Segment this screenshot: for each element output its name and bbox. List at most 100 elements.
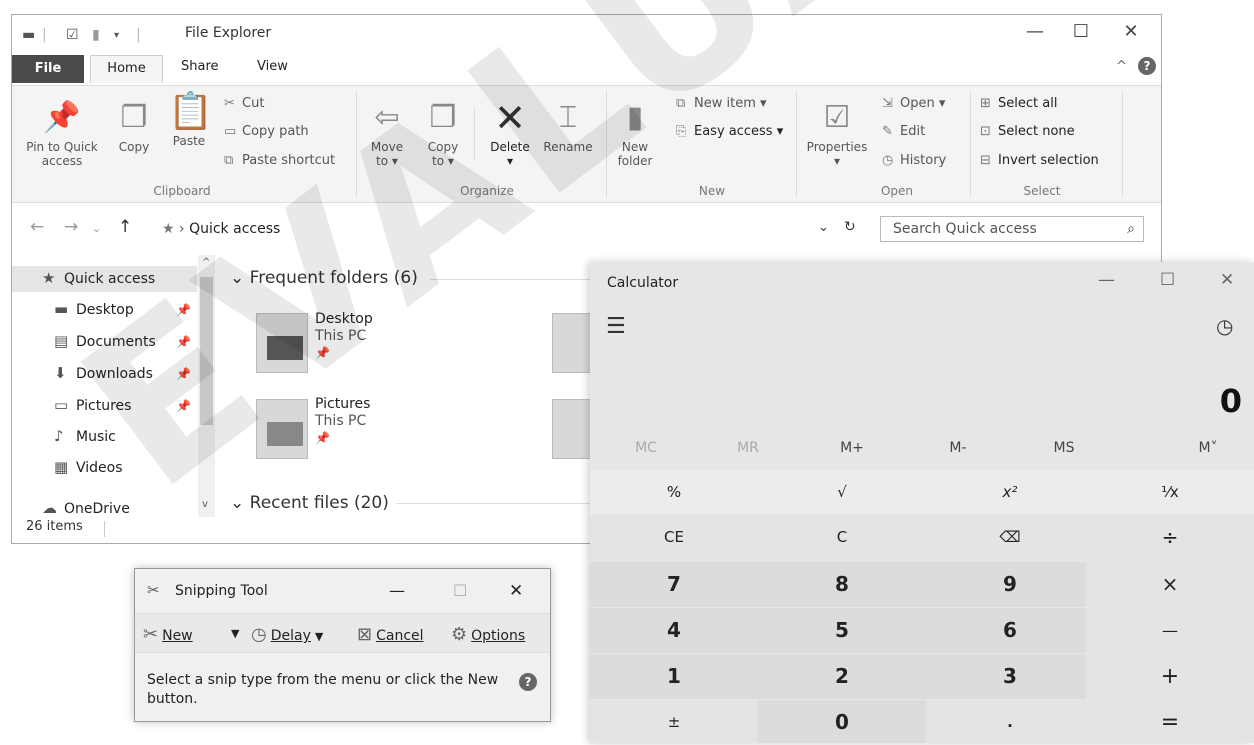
sidebar-item-pictures[interactable]: ▭ Pictures: [54, 396, 131, 414]
properties-icon[interactable]: ☑: [66, 27, 79, 43]
maximize-button[interactable]: ☐: [1058, 21, 1104, 42]
delay-button[interactable]: ◷ Delay ▼: [251, 624, 323, 645]
sidebar-item-desktop[interactable]: ▬ Desktop: [54, 300, 134, 318]
reciprocal-button[interactable]: ¹⁄x: [1086, 470, 1254, 515]
sidebar-item-downloads[interactable]: ⬇ Downloads: [54, 364, 153, 382]
digit-2-button[interactable]: 2: [758, 654, 926, 699]
ms-button[interactable]: MS: [1024, 440, 1104, 456]
digit-8-button[interactable]: 8: [758, 562, 926, 607]
pin-to-quick-access-button[interactable]: 📌 Pin to Quick access: [18, 100, 106, 168]
tab-share[interactable]: Share: [181, 59, 219, 74]
sidebar-item-quick-access[interactable]: ★ Quick access: [42, 269, 155, 287]
square-root-button[interactable]: √: [758, 470, 926, 515]
select-all-button[interactable]: ⊞ Select all: [980, 96, 1057, 111]
digit-1-button[interactable]: 1: [590, 654, 758, 699]
help-icon[interactable]: ?: [519, 673, 537, 691]
hamburger-menu-icon[interactable]: ☰: [606, 314, 626, 339]
select-none-button[interactable]: ⊡ Select none: [980, 124, 1075, 139]
tab-file[interactable]: File: [12, 55, 84, 83]
tab-home[interactable]: Home: [90, 55, 163, 83]
m-minus-button[interactable]: M-: [918, 440, 998, 456]
equals-button[interactable]: =: [1086, 700, 1254, 743]
close-button[interactable]: ✕: [1220, 270, 1234, 290]
recent-files-header[interactable]: ⌄ Recent files (20): [230, 493, 389, 513]
digit-9-button[interactable]: 9: [926, 562, 1094, 607]
mr-button[interactable]: MR: [708, 440, 788, 456]
search-input[interactable]: Search Quick access ⌕: [880, 216, 1144, 242]
square-button[interactable]: x²: [926, 470, 1094, 515]
history-icon[interactable]: ◷: [1216, 314, 1233, 338]
folder-pictures[interactable]: Pictures This PC 📌: [315, 396, 370, 447]
maximize-button[interactable]: ☐: [453, 581, 467, 600]
address-dropdown-icon[interactable]: ⌄: [818, 220, 829, 235]
negate-button[interactable]: ±: [590, 700, 758, 743]
percent-button[interactable]: %: [590, 470, 758, 515]
minimize-button[interactable]: —: [1098, 270, 1115, 290]
multiply-button[interactable]: ×: [1086, 562, 1254, 607]
folder-desktop[interactable]: Desktop This PC 📌: [315, 311, 373, 362]
digit-4-button[interactable]: 4: [590, 608, 758, 653]
collapse-ribbon-icon[interactable]: ^: [1116, 59, 1127, 74]
digit-0-button[interactable]: 0: [758, 700, 926, 743]
sidebar-item-onedrive[interactable]: ☁ OneDrive: [42, 499, 130, 515]
rename-button[interactable]: ⌶ Rename: [538, 100, 598, 154]
cancel-button[interactable]: ⊠ Cancel: [357, 624, 424, 645]
sidebar-item-videos[interactable]: ▦ Videos: [54, 458, 123, 476]
move-to-button[interactable]: ⇦ Move to ▾: [364, 100, 410, 168]
scrollbar-thumb[interactable]: [200, 277, 213, 425]
digit-3-button[interactable]: 3: [926, 654, 1094, 699]
folder-icon[interactable]: [256, 313, 308, 373]
options-button[interactable]: ⚙ Options: [451, 624, 525, 645]
sidebar-item-documents[interactable]: ▤ Documents: [54, 332, 156, 350]
folder-icon[interactable]: [552, 313, 592, 373]
digit-6-button[interactable]: 6: [926, 608, 1094, 653]
new-item-button[interactable]: ⧉ New item ▾: [676, 96, 767, 111]
frequent-folders-header[interactable]: ⌄ Frequent folders (6): [230, 268, 418, 288]
invert-selection-button[interactable]: ⊟ Invert selection: [980, 153, 1099, 168]
history-button[interactable]: ◷ History: [882, 153, 946, 168]
open-button[interactable]: ⇲ Open ▾: [882, 96, 945, 111]
help-icon[interactable]: ?: [1138, 57, 1156, 75]
folder-icon[interactable]: [256, 399, 308, 459]
digit-5-button[interactable]: 5: [758, 608, 926, 653]
folder-icon[interactable]: [552, 399, 592, 459]
clear-entry-button[interactable]: CE: [590, 515, 758, 560]
new-folder-button[interactable]: ▮ New folder: [612, 100, 658, 168]
maximize-button[interactable]: ☐: [1160, 270, 1175, 290]
new-dropdown-icon[interactable]: ▼: [231, 627, 239, 640]
sidebar-scrollbar[interactable]: ^ v: [198, 255, 215, 517]
easy-access-button[interactable]: ⎘ Easy access ▾: [676, 124, 783, 139]
minimize-button[interactable]: —: [389, 581, 405, 600]
close-button[interactable]: ✕: [1108, 21, 1154, 42]
paste-button[interactable]: 📋 Paste: [168, 94, 213, 149]
customize-dropdown-icon[interactable]: ▾: [114, 30, 119, 41]
minimize-button[interactable]: —: [1012, 21, 1058, 42]
close-button[interactable]: ✕: [509, 581, 523, 601]
new-snip-button[interactable]: ✂ New: [143, 624, 193, 645]
copy-button[interactable]: ❐ Copy: [114, 100, 154, 154]
cut-button[interactable]: ✂ Cut: [224, 96, 264, 111]
sidebar-item-music[interactable]: ♪ Music: [54, 427, 116, 445]
up-arrow-icon[interactable]: ↑: [118, 217, 132, 237]
forward-arrow-icon[interactable]: →: [64, 217, 78, 237]
paste-shortcut-button[interactable]: ⧉ Paste shortcut: [224, 153, 335, 168]
copy-path-button[interactable]: ▭ Copy path: [224, 124, 309, 139]
subtract-button[interactable]: —: [1086, 608, 1254, 653]
edit-button[interactable]: ✎ Edit: [882, 124, 925, 139]
back-arrow-icon[interactable]: ←: [30, 217, 44, 237]
scroll-up-icon[interactable]: ^: [202, 257, 210, 268]
add-button[interactable]: +: [1086, 654, 1254, 699]
scroll-down-icon[interactable]: v: [202, 499, 208, 510]
decimal-button[interactable]: .: [926, 700, 1094, 743]
mc-button[interactable]: MC: [606, 440, 686, 456]
backspace-button[interactable]: ⌫: [926, 515, 1094, 560]
recent-locations-icon[interactable]: ⌄: [92, 222, 101, 235]
refresh-icon[interactable]: ↻: [844, 219, 856, 235]
delete-button[interactable]: ✕ Delete ▾: [482, 99, 538, 168]
new-folder-icon[interactable]: ▮: [92, 27, 100, 43]
digit-7-button[interactable]: 7: [590, 562, 758, 607]
copy-to-button[interactable]: ❐ Copy to ▾: [420, 100, 466, 168]
m-plus-button[interactable]: M+: [812, 440, 892, 456]
clear-button[interactable]: C: [758, 515, 926, 560]
divide-button[interactable]: ÷: [1086, 515, 1254, 560]
